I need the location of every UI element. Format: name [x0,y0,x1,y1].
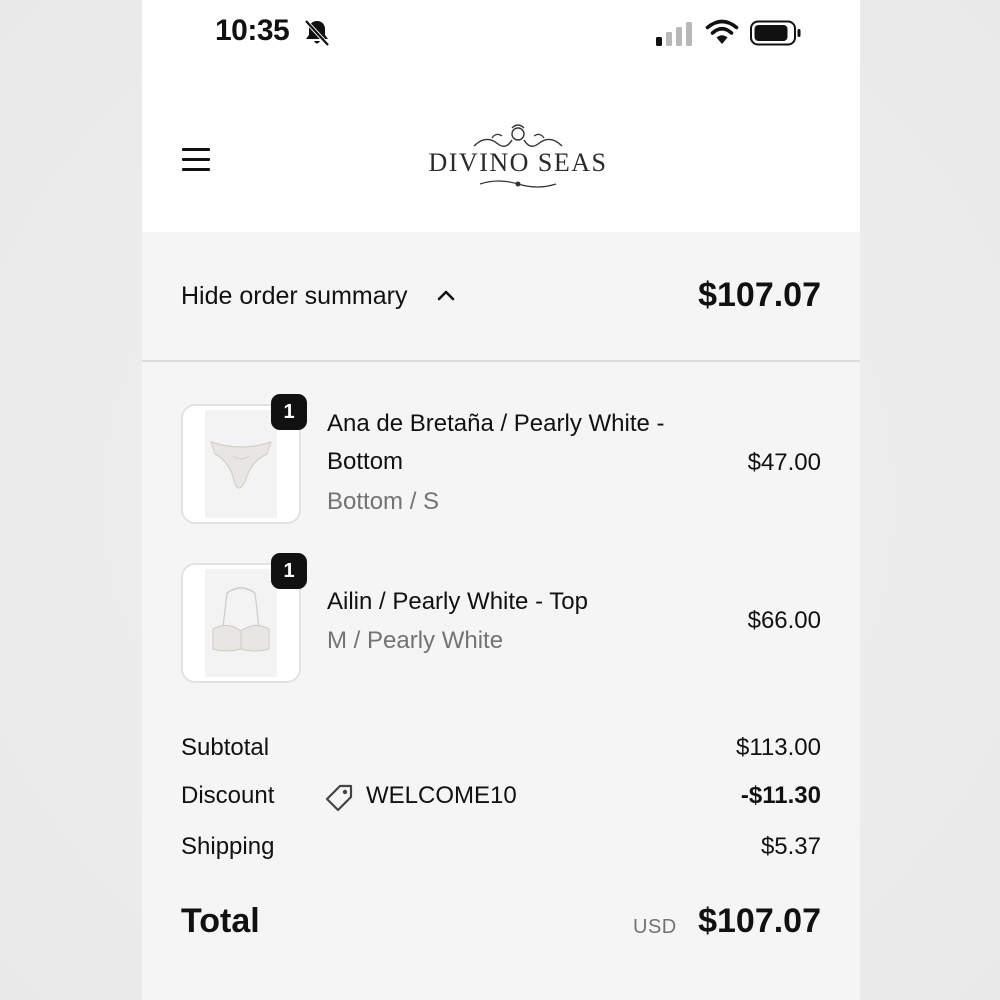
total-label: Total [181,902,260,940]
store-logo[interactable]: DIVINO SEAS [428,120,608,196]
discount-value: -$11.30 [740,782,821,809]
cellular-signal-icon [656,22,692,46]
wifi-icon [705,19,739,44]
item-title: Ailin / Pearly White - Top [327,588,588,615]
subtotal-value: $113.00 [736,734,821,761]
quantity-badge: 1 [271,394,307,430]
order-summary-total: $107.07 [698,276,821,314]
logo-text: DIVINO SEAS [428,148,608,177]
item-title: Ana de Bretaña / Pearly White - Bottom [327,410,665,475]
shipping-label: Shipping [181,833,275,860]
order-summary-toggle[interactable]: Hide order summary $107.07 [142,232,860,362]
line-item: 1 Ailin / Pearly White - Top M / Pearly … [142,553,860,685]
order-summary-toggle-label: Hide order summary [181,282,408,310]
logo-ornament [473,124,563,147]
status-time: 10:35 [215,14,290,47]
tag-icon [325,784,353,812]
item-variant: Bottom / S [327,488,440,515]
quantity-badge: 1 [271,553,307,589]
discount-code: WELCOME10 [366,782,517,809]
battery-icon [750,20,801,46]
subtotal-label: Subtotal [181,734,270,761]
item-variant: M / Pearly White [327,627,504,654]
total-currency: USD [633,916,677,938]
item-price: $66.00 [747,607,821,634]
line-item: 1 Ana de Bretaña / Pearly White - Bottom… [142,394,860,526]
checkout-screen: 10:35 DIVINO SEAS Hide order summary $10… [142,0,860,1000]
item-price: $47.00 [747,449,821,476]
bell-slash-icon [304,19,330,47]
logo-ornament-bottom [479,180,557,188]
shipping-value: $5.37 [760,833,821,860]
hamburger-menu-icon[interactable] [182,148,210,174]
discount-label: Discount [181,782,275,809]
chevron-up-icon [437,290,455,301]
total-value: $107.07 [698,902,821,940]
